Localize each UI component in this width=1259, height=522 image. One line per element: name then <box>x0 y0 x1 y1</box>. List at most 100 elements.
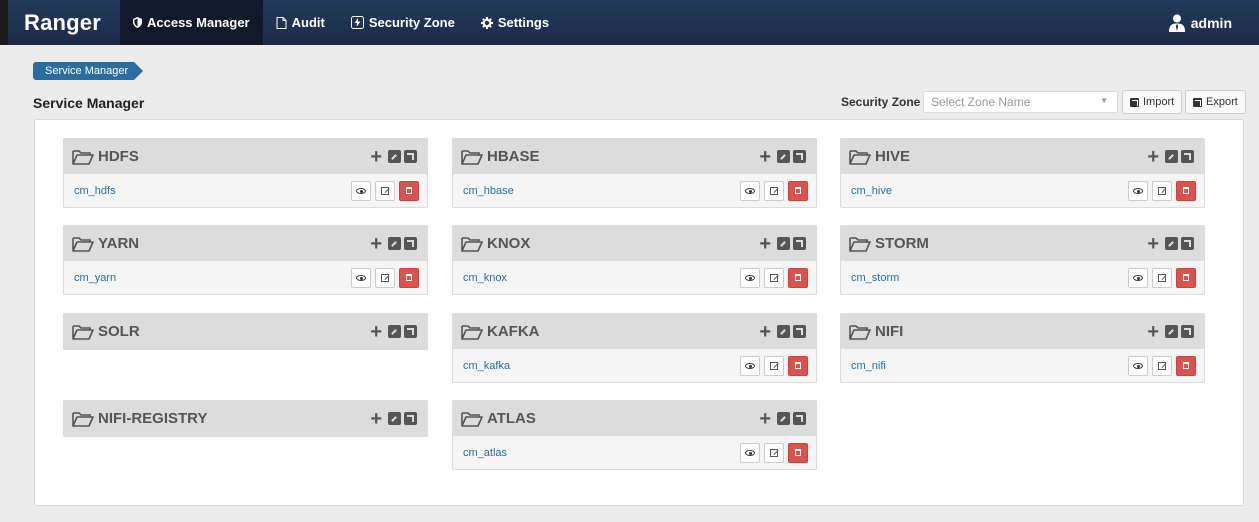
edit-button[interactable] <box>764 180 784 201</box>
service-type-title: KAFKA <box>487 323 540 340</box>
service-instance-actions <box>1128 355 1196 376</box>
file-icon <box>276 16 287 29</box>
service-instance-link[interactable]: cm_hive <box>851 185 1128 197</box>
service-instance-link[interactable]: cm_storm <box>851 272 1128 284</box>
edit-service-type-icon[interactable] <box>388 412 401 425</box>
navbar-edge <box>0 0 8 45</box>
service-instance-link[interactable]: cm_hdfs <box>74 185 351 197</box>
edit-button[interactable] <box>1152 180 1172 201</box>
delete-button[interactable] <box>788 442 808 463</box>
service-card-hive: HIVE + cm_hive <box>840 138 1205 208</box>
edit-button[interactable] <box>1152 355 1172 376</box>
service-instance-link[interactable]: cm_nifi <box>851 360 1128 372</box>
view-button[interactable] <box>740 180 760 201</box>
external-link-icon[interactable] <box>793 150 806 163</box>
delete-button[interactable] <box>1176 180 1196 201</box>
view-button[interactable] <box>1128 180 1148 201</box>
add-service-icon[interactable]: + <box>370 409 382 429</box>
trash-icon <box>795 362 801 369</box>
security-zone-select[interactable]: Select Zone Name ▼ <box>923 91 1118 113</box>
service-instance-link[interactable]: cm_hbase <box>463 185 740 197</box>
service-instance-link[interactable]: cm_kafka <box>463 360 740 372</box>
external-link-icon[interactable] <box>404 237 417 250</box>
view-button[interactable] <box>740 355 760 376</box>
service-instance-actions <box>351 267 419 288</box>
external-link-icon[interactable] <box>1181 325 1194 338</box>
service-header: SOLR + <box>64 314 427 349</box>
user-menu[interactable]: admin <box>1168 0 1232 45</box>
export-button[interactable]: Export <box>1185 90 1246 114</box>
add-service-icon[interactable]: + <box>759 409 771 429</box>
add-service-icon[interactable]: + <box>370 322 382 342</box>
edit-service-type-icon[interactable] <box>777 150 790 163</box>
external-link-icon[interactable] <box>1181 237 1194 250</box>
view-button[interactable] <box>1128 355 1148 376</box>
edit-service-type-icon[interactable] <box>777 237 790 250</box>
edit-button[interactable] <box>764 355 784 376</box>
nav-access-manager[interactable]: Access Manager <box>120 0 263 45</box>
view-button[interactable] <box>740 267 760 288</box>
breadcrumb-service-manager[interactable]: Service Manager <box>33 62 135 80</box>
external-link-icon[interactable] <box>404 325 417 338</box>
nav-audit[interactable]: Audit <box>263 0 338 45</box>
import-button[interactable]: Import <box>1122 90 1183 114</box>
add-service-icon[interactable]: + <box>759 234 771 254</box>
edit-service-type-icon[interactable] <box>1165 325 1178 338</box>
add-service-icon[interactable]: + <box>759 322 771 342</box>
external-link-icon[interactable] <box>793 237 806 250</box>
delete-button[interactable] <box>788 267 808 288</box>
service-instance-link[interactable]: cm_yarn <box>74 272 351 284</box>
service-header-actions: + <box>759 234 806 254</box>
edit-button[interactable] <box>764 267 784 288</box>
external-link-icon[interactable] <box>404 412 417 425</box>
service-card-yarn: YARN + cm_yarn <box>63 225 428 295</box>
service-header-actions: + <box>370 234 417 254</box>
edit-service-type-icon[interactable] <box>1165 237 1178 250</box>
service-instance-link[interactable]: cm_knox <box>463 272 740 284</box>
nav-settings[interactable]: Settings <box>468 0 562 45</box>
service-header: ATLAS + <box>453 401 816 436</box>
add-service-icon[interactable]: + <box>1147 234 1159 254</box>
view-button[interactable] <box>351 180 371 201</box>
edit-button[interactable] <box>764 442 784 463</box>
edit-button[interactable] <box>1152 267 1172 288</box>
add-service-icon[interactable]: + <box>370 147 382 167</box>
edit-icon <box>1158 186 1166 195</box>
view-button[interactable] <box>740 442 760 463</box>
add-service-icon[interactable]: + <box>370 234 382 254</box>
edit-service-type-icon[interactable] <box>1165 150 1178 163</box>
view-button[interactable] <box>1128 267 1148 288</box>
external-link-icon[interactable] <box>793 412 806 425</box>
service-instance-row: cm_hbase <box>453 174 816 207</box>
trash-icon <box>795 187 801 194</box>
edit-service-type-icon[interactable] <box>388 325 401 338</box>
add-service-icon[interactable]: + <box>1147 147 1159 167</box>
edit-service-type-icon[interactable] <box>388 150 401 163</box>
eye-icon <box>745 449 755 456</box>
delete-button[interactable] <box>1176 355 1196 376</box>
delete-button[interactable] <box>1176 267 1196 288</box>
view-button[interactable] <box>351 267 371 288</box>
edit-service-type-icon[interactable] <box>777 412 790 425</box>
external-link-icon[interactable] <box>404 150 417 163</box>
external-link-icon[interactable] <box>1181 150 1194 163</box>
edit-service-type-icon[interactable] <box>388 237 401 250</box>
nav-security-zone[interactable]: Security Zone <box>338 0 468 45</box>
delete-button[interactable] <box>788 355 808 376</box>
add-service-icon[interactable]: + <box>1147 322 1159 342</box>
edit-button[interactable] <box>375 180 395 201</box>
service-header: HDFS + <box>64 139 427 174</box>
eye-icon <box>1133 362 1143 369</box>
breadcrumb: Service Manager <box>33 62 144 80</box>
delete-button[interactable] <box>399 180 419 201</box>
brand-logo[interactable]: Ranger <box>24 10 120 36</box>
delete-button[interactable] <box>399 267 419 288</box>
service-instance-link[interactable]: cm_atlas <box>463 447 740 459</box>
add-service-icon[interactable]: + <box>759 147 771 167</box>
edit-button[interactable] <box>375 267 395 288</box>
edit-service-type-icon[interactable] <box>777 325 790 338</box>
service-header-actions: + <box>1147 234 1194 254</box>
delete-button[interactable] <box>788 180 808 201</box>
service-instance-actions <box>1128 267 1196 288</box>
external-link-icon[interactable] <box>793 325 806 338</box>
